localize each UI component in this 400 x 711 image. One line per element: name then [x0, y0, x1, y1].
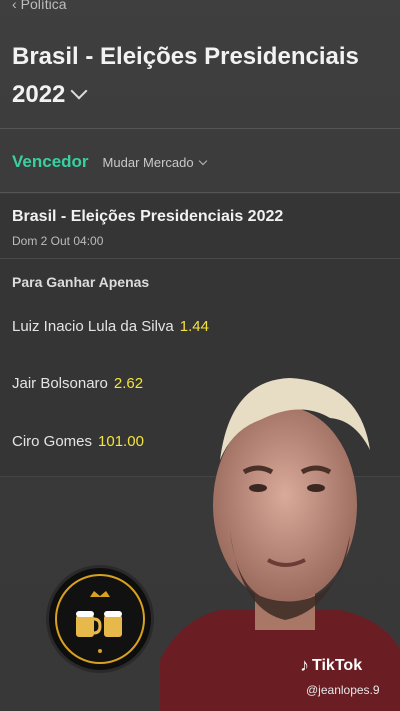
page-title-selector[interactable]: 2022: [12, 76, 400, 114]
chevron-left-icon: ‹: [12, 0, 17, 12]
selection-name: Jair Bolsonaro: [12, 375, 108, 392]
back-link[interactable]: ‹ Política: [12, 0, 67, 12]
tab-vencedor[interactable]: Vencedor: [12, 152, 89, 172]
tiktok-icon: ♪: [300, 655, 309, 675]
selection-row[interactable]: Jair Bolsonaro 2.62: [12, 375, 143, 392]
chevron-down-icon: [198, 156, 207, 166]
selection-row[interactable]: Luiz Inacio Lula da Silva 1.44: [12, 318, 209, 335]
event-date: Dom 2 Out 04:00: [12, 234, 104, 248]
selection-row[interactable]: Ciro Gomes 101.00: [12, 433, 144, 450]
selection-odds[interactable]: 101.00: [98, 433, 144, 450]
tiktok-watermark: ♪ TikTok: [300, 655, 362, 676]
beer-mugs-logo-icon: [55, 574, 145, 664]
divider: [0, 192, 400, 193]
selection-name: Luiz Inacio Lula da Silva: [12, 318, 174, 335]
tiktok-label: TikTok: [312, 656, 363, 674]
back-label: Política: [20, 0, 67, 12]
page-title-line1: Brasil - Eleições Presidenciais: [12, 43, 359, 70]
webcam-person-image: [160, 378, 400, 711]
change-market-dropdown[interactable]: Mudar Mercado: [102, 155, 207, 170]
selection-name: Ciro Gomes: [12, 433, 93, 450]
subreddit-badge: [46, 565, 154, 673]
creator-handle: @jeanlopes.9: [306, 683, 380, 697]
change-market-label: Mudar Mercado: [102, 155, 194, 170]
selection-odds[interactable]: 1.44: [180, 318, 209, 335]
market-tabs: Vencedor Mudar Mercado: [12, 152, 207, 172]
page-title: Brasil - Eleições Presidenciais 2022: [12, 38, 400, 114]
event-title[interactable]: Brasil - Eleições Presidenciais 2022: [12, 208, 283, 226]
market-name: Para Ganhar Apenas: [12, 274, 150, 290]
divider: [0, 128, 400, 129]
chevron-down-icon: [70, 82, 88, 100]
page-title-line2: 2022: [12, 81, 66, 108]
divider: [0, 258, 400, 259]
selection-odds[interactable]: 2.62: [114, 375, 143, 392]
